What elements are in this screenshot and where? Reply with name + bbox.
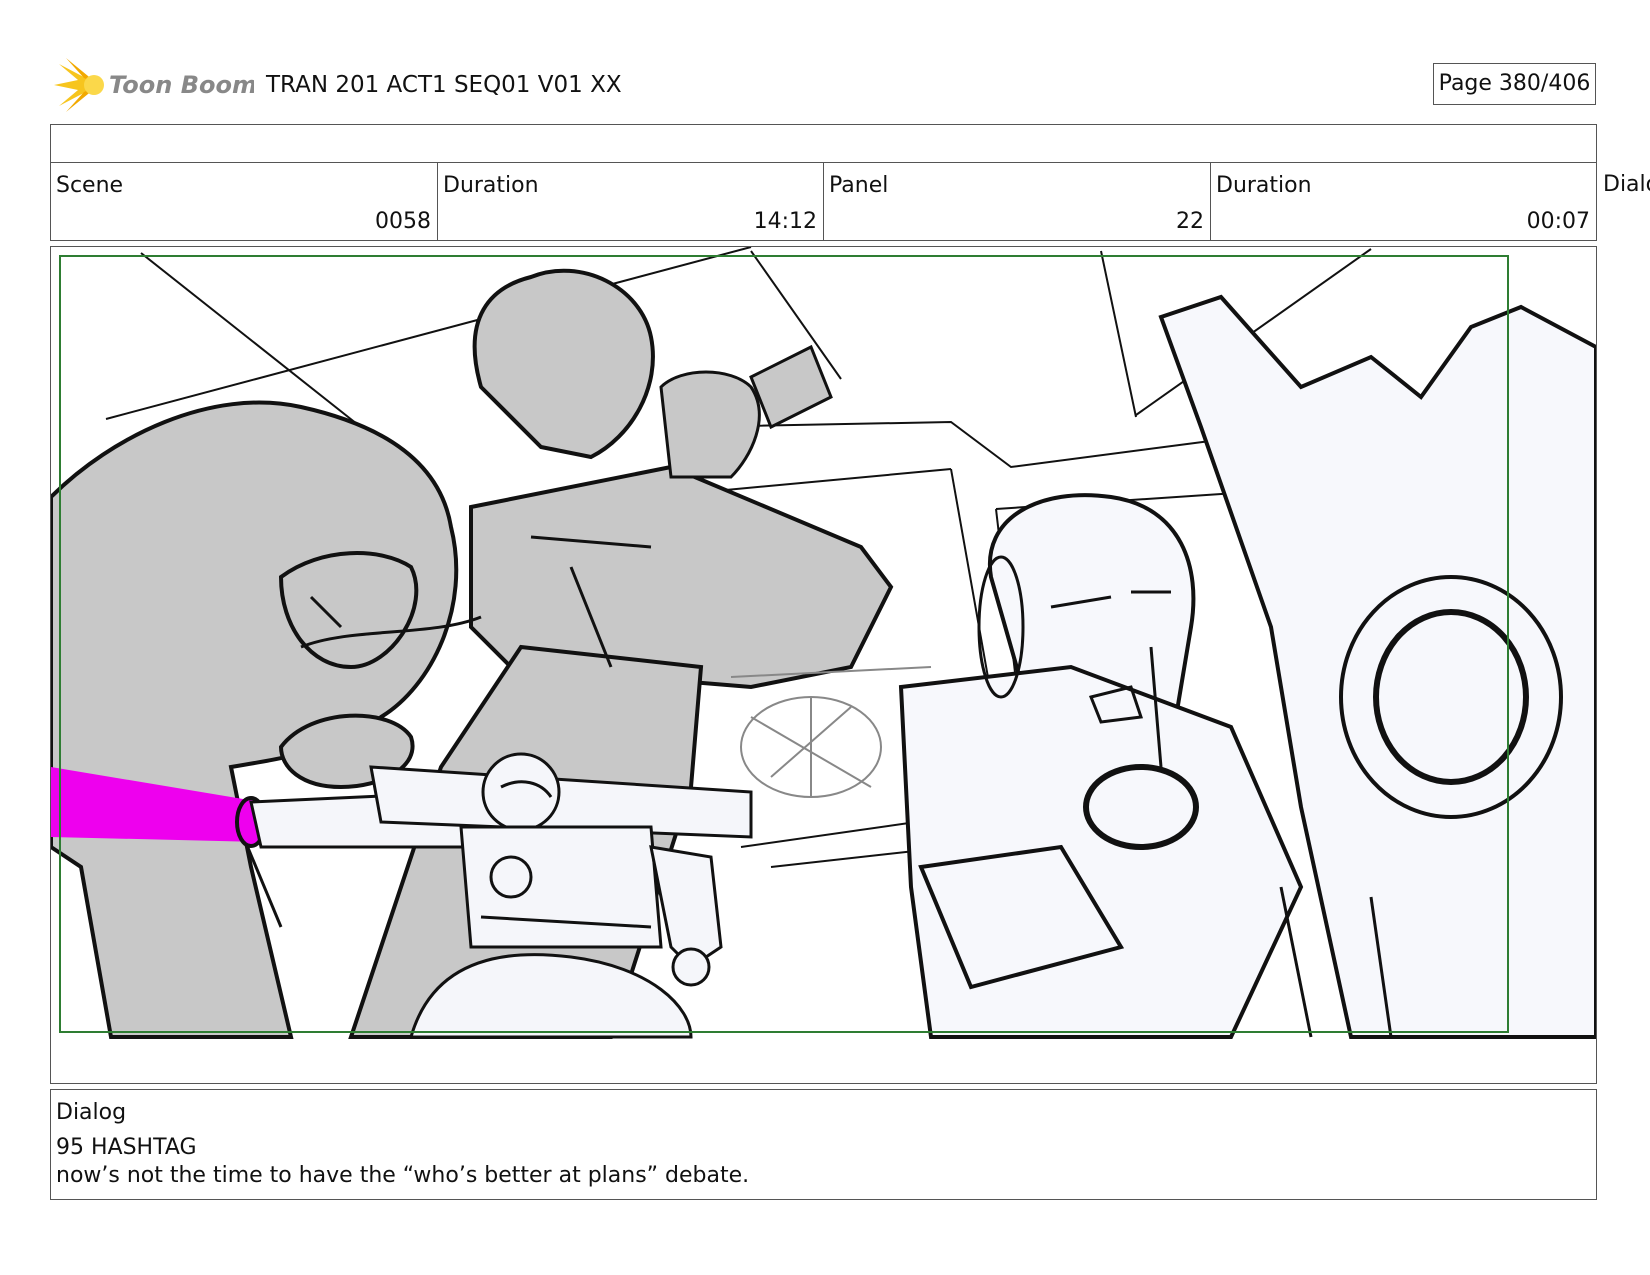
panel-value: 22 <box>1176 209 1204 234</box>
page-indicator: Page 380/406 <box>1433 63 1596 105</box>
project-title: TRAN 201 ACT1 SEQ01 V01 XX <box>266 72 622 98</box>
dialog-label: Dialog <box>56 1100 127 1125</box>
panel-sketch <box>51 247 1596 1039</box>
notes-row <box>50 124 1597 163</box>
scene-duration-label: Duration <box>443 173 539 198</box>
starburst-icon <box>54 58 104 112</box>
white-robot-figure <box>898 294 1596 1039</box>
scene-value: 0058 <box>375 209 431 234</box>
dialog-line: now’s not the time to have the “who’s be… <box>56 1163 750 1188</box>
scene-cell: Scene 0058 <box>50 162 438 241</box>
panel-cell: Panel 22 <box>823 162 1211 241</box>
panel-duration-cell: Duration 00:07 <box>1210 162 1597 241</box>
panel-label: Panel <box>829 173 889 198</box>
panel-duration-label: Duration <box>1216 173 1312 198</box>
scene-duration-cell: Duration 14:12 <box>437 162 824 241</box>
scene-label: Scene <box>56 173 124 198</box>
toon-boom-logo: Toon Boom <box>54 58 254 112</box>
storyboard-panel <box>50 246 1597 1084</box>
logo-text: Toon Boom <box>109 71 254 99</box>
scene-duration-value: 14:12 <box>753 209 817 234</box>
dialog-speaker: 95 HASHTAG <box>56 1135 197 1160</box>
dialog-column-label-clipped: Dialog <box>1603 172 1650 197</box>
dialog-box: Dialog 95 HASHTAG now’s not the time to … <box>50 1089 1597 1200</box>
panel-duration-value: 00:07 <box>1526 209 1590 234</box>
